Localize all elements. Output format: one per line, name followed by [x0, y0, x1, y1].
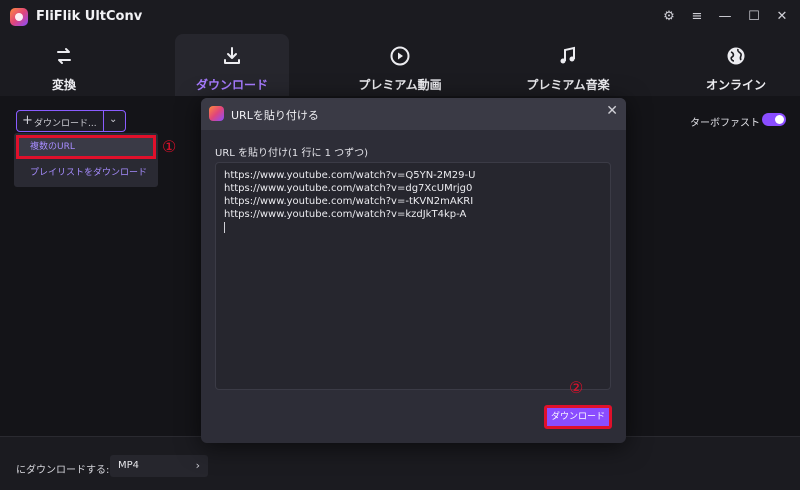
menu-icon[interactable]: ≡	[688, 8, 706, 26]
maximize-icon[interactable]: ☐	[745, 8, 763, 26]
main-nav: 変換 ダウンロード プレミアム動画 プレミアム音楽 オンライン	[0, 34, 800, 96]
turbo-fast-label: ターボファスト	[690, 118, 760, 129]
tab-convert[interactable]: 変換	[0, 34, 128, 96]
footer-bar: にダウンロードする: MP4 ›	[0, 436, 800, 490]
format-value: MP4	[118, 460, 140, 471]
globe-icon	[727, 47, 745, 65]
plus-icon: +	[22, 113, 33, 128]
app-logo-icon	[209, 106, 224, 121]
dialog-title: URLを貼り付ける	[231, 109, 319, 122]
tab-online[interactable]: オンライン	[680, 34, 792, 96]
url-instructions-label: URL を貼り付け(1 行に 1 つずつ)	[215, 148, 369, 159]
tab-premium-music[interactable]: プレミアム音楽	[508, 34, 628, 96]
turbo-fast-toggle[interactable]	[762, 113, 786, 126]
add-download-label: ダウンロード...	[34, 119, 97, 129]
dialog-header: URLを貼り付ける ✕	[201, 98, 626, 130]
add-download-button[interactable]: + ダウンロード... ⌄	[16, 110, 126, 132]
url-textarea[interactable]: https://www.youtube.com/watch?v=Q5YN-2M2…	[215, 162, 611, 390]
tab-premium-video[interactable]: プレミアム動画	[340, 34, 460, 96]
title-bar: FliFlik UltConv ⚙ ≡ — ☐ ✕	[0, 0, 800, 34]
tab-download-label: ダウンロード	[195, 78, 268, 92]
close-icon[interactable]: ✕	[773, 8, 791, 26]
button-separator	[103, 111, 104, 131]
chevron-down-icon[interactable]: ⌄	[109, 114, 117, 125]
app-logo-icon	[10, 8, 28, 26]
url-line: https://www.youtube.com/watch?v=kzdJkT4k…	[224, 209, 467, 220]
url-line: https://www.youtube.com/watch?v=dg7XcUMr…	[224, 183, 473, 194]
tab-download[interactable]: ダウンロード	[175, 34, 289, 96]
tab-online-label: オンライン	[705, 78, 766, 92]
download-button[interactable]: ダウンロード	[544, 405, 612, 429]
toggle-knob	[775, 115, 784, 124]
tab-convert-label: 変換	[51, 78, 76, 92]
music-note-icon	[560, 46, 575, 64]
annotation-marker-1: ①	[162, 137, 177, 156]
chevron-right-icon: ›	[195, 459, 200, 472]
url-line: https://www.youtube.com/watch?v=Q5YN-2M2…	[224, 170, 476, 181]
download-icon	[224, 47, 240, 64]
tab-premium-music-label: プレミアム音楽	[526, 78, 610, 92]
download-format-label: にダウンロードする:	[16, 465, 110, 476]
tab-premium-video-label: プレミアム動画	[358, 78, 442, 92]
menu-item-download-playlist[interactable]: プレイリストをダウンロード	[16, 161, 156, 185]
close-icon[interactable]: ✕	[606, 103, 618, 119]
annotation-marker-2: ②	[569, 378, 584, 397]
settings-icon[interactable]: ⚙	[660, 8, 678, 26]
app-title: FliFlik UltConv	[36, 9, 143, 24]
play-circle-icon	[390, 46, 410, 66]
menu-item-multiple-urls[interactable]: 複数のURL	[16, 135, 156, 159]
paste-url-dialog: URLを貼り付ける ✕ URL を貼り付け(1 行に 1 つずつ) https:…	[201, 98, 626, 443]
minimize-icon[interactable]: —	[716, 8, 734, 26]
format-select[interactable]: MP4 ›	[110, 455, 208, 477]
convert-arrows-icon	[57, 48, 71, 64]
url-line: https://www.youtube.com/watch?v=-tKVN2mA…	[224, 196, 474, 207]
download-dropdown-menu: 複数のURL プレイリストをダウンロード	[14, 133, 158, 187]
text-cursor	[224, 222, 225, 233]
